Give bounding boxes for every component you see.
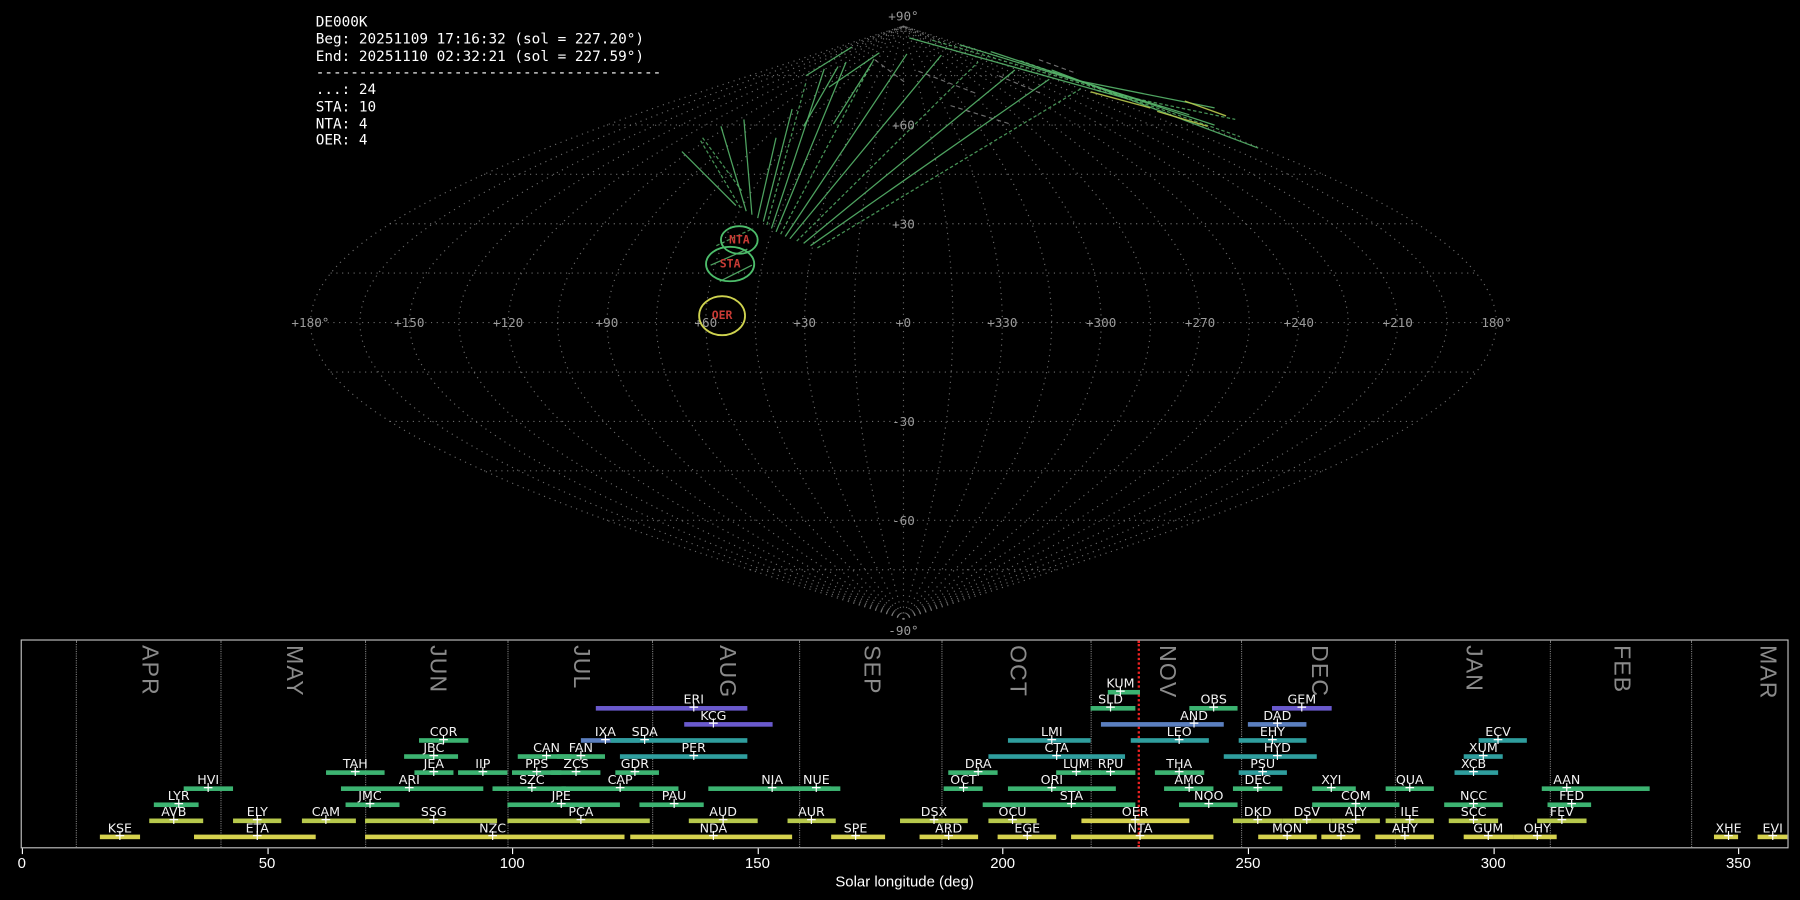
shower-peak-marker-jea: + — [428, 763, 440, 780]
shower-peak-marker-ari: + — [403, 779, 416, 796]
x-tick-label: 250 — [1235, 854, 1261, 872]
month-boundary-line — [507, 640, 509, 848]
month-label: NOV — [1154, 645, 1180, 699]
shower-peak-marker-eta: + — [251, 827, 264, 844]
x-tick-label: 0 — [17, 854, 26, 872]
x-tick-label: 200 — [990, 854, 1016, 872]
shower-peak-marker-pca: + — [575, 811, 587, 828]
shower-peak-marker-sld: + — [1104, 698, 1117, 716]
shower-peak-marker-tah: + — [349, 763, 362, 780]
shower-peak-marker-urs: + — [1335, 827, 1347, 844]
shower-peak-marker-cam: + — [320, 811, 332, 828]
shower-peak-marker-kcg: + — [707, 715, 720, 732]
month-boundary-line — [652, 640, 654, 848]
shower-peak-marker-noo: + — [1202, 795, 1215, 812]
x-tick-label: 50 — [258, 854, 276, 872]
shower-peak-marker-nia: + — [766, 779, 778, 796]
shower-peak-marker-dkd: + — [1251, 811, 1264, 828]
shower-peak-marker-kse: + — [114, 827, 126, 844]
month-boundary-line — [1240, 640, 1242, 848]
shower-peak-marker-ege: + — [1021, 827, 1034, 844]
shower-peak-marker-fev: + — [1556, 811, 1568, 828]
shower-peak-marker-nta: + — [1134, 827, 1146, 844]
shower-peak-marker-gem: + — [1296, 698, 1308, 716]
month-boundary-line — [1395, 640, 1397, 848]
x-tick-label: 100 — [499, 854, 525, 872]
month-label: SEP — [858, 645, 885, 695]
shower-peak-marker-mon: + — [1281, 827, 1293, 844]
shower-peak-marker-ohy: + — [1531, 827, 1544, 844]
shower-peak-marker-oct: + — [957, 779, 970, 796]
shower-peak-marker-per: + — [687, 747, 700, 764]
shower-peak-marker-obs: + — [1207, 698, 1220, 716]
shower-peak-marker-nue: + — [810, 779, 823, 796]
shower-peak-marker-lum: + — [1070, 763, 1083, 780]
shower-peak-marker-dec: + — [1251, 779, 1264, 796]
shower-peak-marker-nzc: + — [486, 827, 499, 844]
activity-timeline: APR MAY JUN JUL AUG SEP OCT NOV DEC JAN FEB MAR KUM +… — [0, 0, 1800, 900]
month-label: AUG — [714, 645, 740, 699]
month-label: MAR — [1754, 645, 1780, 700]
shower-peak-marker-avb: + — [168, 811, 180, 828]
x-tick-label: 350 — [1725, 854, 1751, 872]
shower-peak-marker-evi: + — [1766, 827, 1779, 844]
month-label: DEC — [1306, 645, 1332, 698]
plot-stage: +90° +60 +30 -30 -60 -90° +180° +150 +120 +90 +60 +… — [0, 0, 1800, 900]
shower-peak-marker-ori: + — [1046, 779, 1058, 796]
shower-peak-marker-cap: + — [614, 779, 626, 796]
month-label: JUN — [424, 645, 451, 694]
shower-peak-marker-xyi: + — [1325, 779, 1338, 796]
shower-peak-marker-ssg: + — [428, 811, 440, 828]
shower-peak-marker-leo: + — [1173, 731, 1185, 748]
shower-peak-marker-aur: + — [805, 811, 818, 828]
shower-peak-marker-cta: + — [1050, 747, 1063, 764]
month-label: OCT — [1004, 645, 1030, 698]
month-boundary-line — [1090, 640, 1093, 848]
month-boundary-line — [220, 640, 222, 848]
shower-peak-marker-ahy: + — [1399, 827, 1411, 844]
shower-peak-marker-jpe: + — [555, 795, 568, 812]
shower-peak-marker-ard: + — [942, 827, 955, 844]
shower-peak-marker-rpu: + — [1104, 763, 1117, 780]
timeline-plot-area: APR MAY JUN JUL AUG SEP OCT NOV DEC JAN FEB MAR KUM +… — [20, 639, 1789, 849]
month-label: MAY — [281, 645, 307, 697]
shower-peak-marker-nda: + — [707, 827, 720, 844]
x-axis-title: Solar longitude (deg) — [835, 872, 974, 890]
shower-peak-marker-gum: + — [1482, 827, 1495, 844]
shower-peak-marker-xcb: + — [1467, 763, 1480, 780]
shower-peak-marker-eri: + — [687, 698, 700, 716]
shower-peak-marker-sta: + — [1065, 795, 1078, 812]
month-label: JUL — [568, 645, 594, 690]
shower-peak-marker-pau: + — [668, 795, 680, 812]
x-tick-label: 150 — [744, 854, 770, 872]
month-boundary-line — [75, 640, 77, 848]
shower-bar-kcg — [683, 722, 773, 727]
month-boundary-line — [365, 640, 367, 848]
shower-peak-marker-xhe: + — [1722, 827, 1735, 844]
month-label: JAN — [1460, 645, 1487, 693]
shower-peak-marker-qua: + — [1403, 779, 1416, 796]
shower-peak-marker-iip: + — [477, 763, 489, 780]
shower-peak-marker-szc: + — [526, 779, 538, 796]
shower-peak-marker-zcs: + — [570, 763, 582, 780]
shower-peak-marker-sda: + — [638, 731, 651, 748]
month-boundary-line — [1690, 640, 1692, 848]
shower-peak-marker-hvi: + — [202, 779, 214, 796]
shower-peak-marker-spe: + — [849, 827, 862, 844]
month-label: FEB — [1608, 645, 1634, 694]
shower-peak-marker-dsv: + — [1300, 811, 1313, 828]
month-label: APR — [136, 645, 162, 696]
x-tick-label: 300 — [1480, 854, 1506, 872]
shower-peak-marker-jmc: + — [364, 795, 376, 812]
